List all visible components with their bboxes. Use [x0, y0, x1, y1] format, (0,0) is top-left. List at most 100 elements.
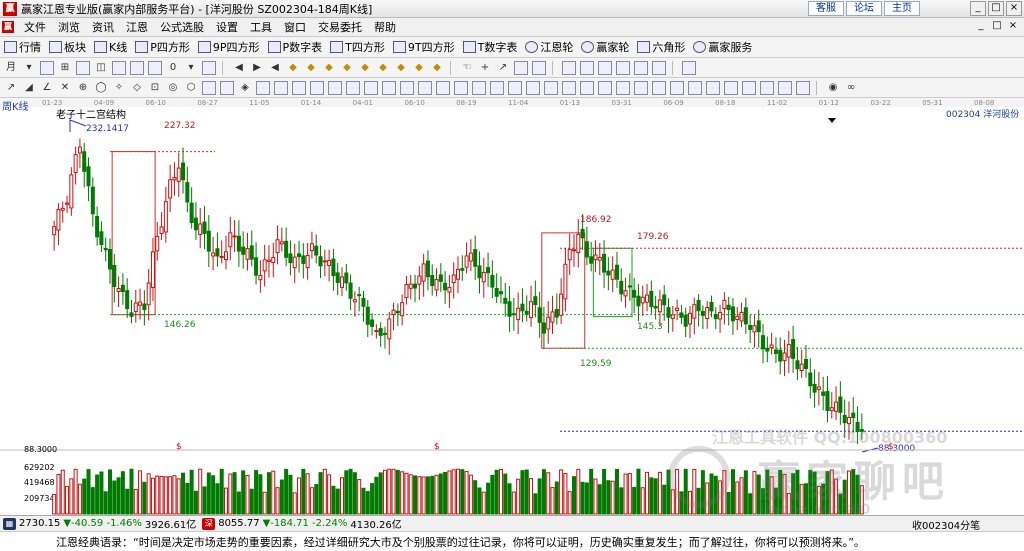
chart-tool-icon[interactable] [634, 60, 648, 75]
candle-body[interactable] [400, 302, 405, 317]
draw-tool-icon[interactable] [544, 80, 558, 95]
candle-body[interactable] [168, 179, 173, 199]
menu-file[interactable]: 文件 [18, 19, 52, 35]
chart-tool-icon[interactable] [580, 60, 594, 75]
draw-tool-icon[interactable] [454, 80, 468, 95]
chart-tool-icon[interactable]: ↗ [496, 61, 510, 75]
candle-body[interactable] [133, 302, 138, 312]
chart-tool-icon[interactable] [112, 60, 126, 75]
chart-tool-icon[interactable] [682, 60, 696, 75]
candle-body[interactable] [730, 306, 735, 322]
candle-body[interactable] [82, 151, 87, 172]
draw-tool-icon[interactable] [400, 80, 414, 95]
toolbar-button-0[interactable]: 行情 [4, 39, 41, 55]
candle-body[interactable] [425, 260, 430, 278]
candle-body[interactable] [138, 301, 143, 306]
candle-body[interactable] [159, 226, 164, 235]
candle-body[interactable] [520, 303, 525, 312]
candle-body[interactable] [245, 248, 250, 260]
chart-tool-icon[interactable]: ◫ [94, 61, 108, 75]
draw-tool-icon[interactable] [418, 80, 432, 95]
chart-tool-icon[interactable] [130, 60, 144, 75]
draw-tool-icon[interactable] [220, 80, 234, 95]
chart-tool-icon[interactable] [532, 60, 546, 75]
candle-body[interactable] [150, 251, 155, 288]
candle-body[interactable] [546, 316, 551, 330]
candle-body[interactable] [567, 248, 572, 261]
candle-body[interactable] [339, 276, 345, 288]
candle-body[interactable] [288, 253, 293, 264]
candle-body[interactable] [202, 221, 207, 234]
forum-link[interactable]: 论坛 [846, 1, 882, 16]
candle-body[interactable] [292, 256, 297, 269]
candle-body[interactable] [696, 299, 701, 312]
candle-body[interactable] [254, 257, 259, 276]
chart-tool-icon[interactable] [514, 60, 528, 75]
candle-body[interactable] [318, 256, 323, 267]
candle-body[interactable] [223, 251, 229, 261]
candle-body[interactable] [181, 162, 186, 181]
candle-body[interactable] [610, 269, 615, 280]
mdi-restore-button[interactable]: □ [990, 20, 1004, 33]
chart-tool-icon[interactable]: 月 [4, 61, 18, 75]
minimize-button[interactable]: _ [970, 1, 986, 16]
candle-body[interactable] [219, 255, 224, 258]
candle-body[interactable] [851, 412, 856, 419]
draw-tool-icon[interactable] [688, 80, 702, 95]
candle-body[interactable] [370, 319, 375, 327]
candle-body[interactable] [297, 253, 302, 258]
candle-body[interactable] [185, 182, 190, 203]
chart-tool-icon[interactable]: ◆ [304, 61, 318, 75]
toolbar-button-11[interactable]: 六角形 [637, 39, 685, 55]
candle-body[interactable] [322, 260, 327, 263]
draw-tool-icon[interactable] [724, 80, 738, 95]
candle-body[interactable] [112, 264, 117, 287]
candle-body[interactable] [262, 259, 267, 272]
candle-body[interactable] [769, 344, 774, 349]
chart-tool-icon[interactable] [76, 60, 90, 75]
menu-help[interactable]: 帮助 [368, 19, 402, 35]
candle-body[interactable] [335, 272, 340, 283]
toolbar-button-3[interactable]: P四方形 [135, 39, 190, 55]
candle-body[interactable] [752, 325, 757, 333]
chart-tool-icon[interactable]: ◆ [322, 61, 336, 75]
candle-body[interactable] [846, 416, 851, 425]
candle-body[interactable] [765, 347, 770, 352]
candle-body[interactable] [232, 235, 237, 238]
draw-tool-icon[interactable] [670, 80, 684, 95]
toolbar-button-10[interactable]: 赢家轮 [581, 39, 629, 55]
chart-tool-icon[interactable]: ▾ [22, 61, 36, 75]
chart-tool-icon[interactable] [148, 60, 162, 75]
candle-body[interactable] [632, 289, 637, 298]
candle-body[interactable] [722, 299, 727, 310]
candle-body[interactable] [524, 310, 529, 315]
toolbar-button-1[interactable]: 板块 [49, 39, 86, 55]
candle-body[interactable] [584, 241, 589, 258]
candle-body[interactable] [571, 249, 577, 252]
chart-tool-icon[interactable]: ▾ [184, 61, 198, 75]
candle-body[interactable] [627, 285, 632, 288]
candle-body[interactable] [713, 313, 718, 320]
candle-body[interactable] [529, 301, 534, 319]
candle-body[interactable] [258, 275, 263, 281]
draw-tool-icon[interactable]: ⬡ [184, 81, 198, 95]
candle-body[interactable] [228, 232, 233, 248]
candle-body[interactable] [782, 352, 787, 361]
close-button[interactable]: × [1006, 1, 1022, 16]
draw-tool-icon[interactable] [508, 80, 522, 95]
draw-tool-icon[interactable]: ✧ [112, 81, 126, 95]
draw-tool-icon[interactable] [562, 80, 576, 95]
draw-tool-icon[interactable] [760, 80, 774, 95]
draw-tool-icon[interactable] [328, 80, 342, 95]
draw-tool-icon[interactable]: ◈ [238, 81, 252, 95]
candle-body[interactable] [142, 303, 147, 311]
candle-body[interactable] [687, 312, 693, 325]
candle-body[interactable] [391, 309, 396, 316]
candle-body[interactable] [589, 256, 594, 264]
chart-tool-icon[interactable]: + [478, 61, 492, 75]
sz-market-icon[interactable]: 深 [202, 517, 216, 530]
candle-body[interactable] [606, 270, 611, 276]
sz-index-value[interactable]: 8055.77 [218, 518, 259, 529]
candle-body[interactable] [735, 315, 740, 320]
candle-body[interactable] [498, 291, 503, 295]
